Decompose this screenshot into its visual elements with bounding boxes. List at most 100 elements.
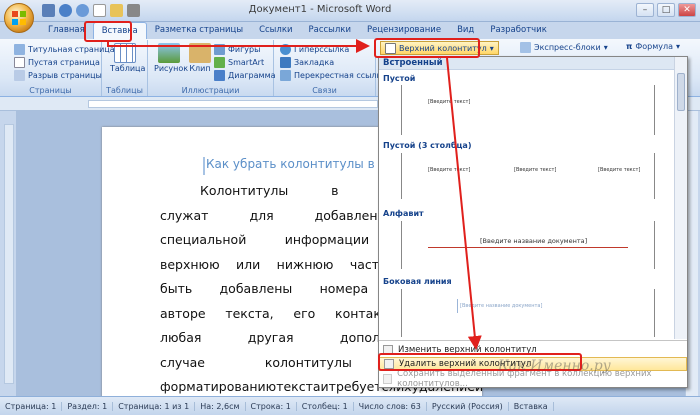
document-word: добавлены: [219, 281, 293, 296]
maximize-button[interactable]: □: [657, 3, 675, 17]
tab-page-layout[interactable]: Разметка страницы: [147, 22, 251, 40]
chevron-down-icon: ▾: [489, 43, 494, 53]
blank-page-icon: [14, 57, 25, 68]
placeholder-text: [Введите название документа]: [480, 237, 588, 245]
bookmark-button[interactable]: Закладка: [280, 57, 334, 68]
group-label-links: Связи: [312, 86, 337, 95]
status-position[interactable]: На: 2,6см: [195, 401, 246, 411]
watermark: Как-Именно.ру: [498, 358, 611, 374]
clipart-button[interactable]: Клип: [188, 43, 212, 73]
tab-references[interactable]: Ссылки: [251, 22, 300, 40]
document-word: служат: [160, 207, 209, 223]
status-page-of[interactable]: Страница: 1 из 1: [113, 401, 196, 411]
picture-icon: [158, 43, 180, 63]
divider-line: [428, 247, 628, 248]
smartart-icon: [214, 57, 225, 68]
window-title: Документ1 - Microsoft Word: [248, 4, 392, 15]
style-name-alphabet: Алфавит: [383, 209, 424, 218]
window-controls: – □ ✕: [636, 3, 696, 17]
office-button[interactable]: [4, 3, 34, 33]
style-thumb-blank-3col[interactable]: [Введите текст] [Введите текст] [Введите…: [401, 153, 655, 199]
close-button[interactable]: ✕: [678, 3, 696, 17]
document-word: текста,: [225, 305, 274, 321]
status-page[interactable]: Страница: 1: [0, 401, 63, 411]
pi-icon: π: [626, 42, 633, 51]
document-word: Колонтитулы: [200, 183, 289, 198]
style-name-sideline: Боковая линия: [383, 277, 452, 286]
table-button[interactable]: Таблица: [110, 43, 145, 73]
status-word-count[interactable]: Число слов: 63: [354, 401, 427, 411]
status-bar: Страница: 1 Раздел: 1 Страница: 1 из 1 Н…: [0, 396, 700, 415]
document-word: номера: [319, 281, 369, 296]
equation-button[interactable]: π Формула ▾: [626, 42, 680, 51]
status-insert-mode[interactable]: Вставка: [509, 401, 554, 411]
group-pages: Титульная страница Пустая страница Разры…: [0, 40, 115, 96]
document-word: в: [331, 183, 339, 198]
minimize-button[interactable]: –: [636, 3, 654, 17]
quick-parts-button[interactable]: Экспресс-блоки ▾: [520, 42, 608, 53]
group-tables: Таблица Таблицы: [102, 40, 148, 96]
gallery-scrollbar[interactable]: [674, 57, 687, 339]
page-break-button[interactable]: Разрыв страницы: [14, 70, 102, 81]
status-column[interactable]: Столбец: 1: [297, 401, 354, 411]
gallery-scroll-thumb[interactable]: [677, 73, 685, 111]
cross-reference-button[interactable]: Перекрестная ссылка: [280, 70, 386, 81]
group-label-pages: Страницы: [29, 86, 72, 95]
cross-reference-icon: [280, 70, 291, 81]
header-gallery-dropdown: Встроенный Пустой [Введите текст] Пустой…: [378, 56, 688, 388]
document-word: авторе: [160, 305, 206, 321]
document-word: другая: [247, 330, 294, 345]
document-word: для: [249, 207, 274, 223]
status-line[interactable]: Строка: 1: [246, 401, 297, 411]
chart-icon: [214, 70, 225, 81]
quick-parts-icon: [520, 42, 531, 53]
menu-separator: [379, 340, 687, 341]
document-word: случае: [160, 354, 205, 370]
vertical-ruler[interactable]: [4, 124, 14, 384]
blank-page-button[interactable]: Пустая страница: [14, 57, 100, 68]
gallery-section-builtin: Встроенный: [379, 57, 675, 70]
tab-mailings[interactable]: Рассылки: [300, 22, 358, 40]
status-language[interactable]: Русский (Россия): [427, 401, 509, 411]
document-word: любая: [160, 330, 202, 345]
page-break-icon: [14, 70, 25, 81]
placeholder-text: [Введите название документа]: [460, 303, 543, 309]
group-illustrations: Рисунок Клип Фигуры SmartArt Диаграмма И…: [148, 40, 276, 96]
status-section[interactable]: Раздел: 1: [62, 401, 114, 411]
save-selection-icon: [383, 374, 393, 384]
style-thumb-blank[interactable]: [Введите текст]: [401, 85, 655, 135]
document-word: верхнюю: [160, 256, 220, 272]
clipart-icon: [189, 43, 211, 63]
placeholder-text: [Введите текст]: [428, 99, 471, 105]
heading-marker: [203, 157, 205, 175]
document-word: специальной: [160, 232, 247, 247]
highlight-insert-tab: [84, 21, 132, 42]
placeholder-text: [Введите текст]: [598, 167, 641, 173]
tab-developer[interactable]: Разработчик: [482, 22, 555, 40]
office-logo-icon: [12, 11, 26, 25]
cover-page-button[interactable]: Титульная страница: [14, 44, 115, 55]
style-thumb-alphabet[interactable]: [Введите название документа]: [401, 221, 655, 269]
chevron-down-icon: ▾: [603, 43, 608, 52]
group-label-illustrations: Иллюстрации: [181, 86, 240, 95]
style-thumb-sideline[interactable]: [Введите название документа]: [401, 289, 655, 337]
placeholder-text: [Введите текст]: [514, 167, 557, 173]
document-heading: Как убрать колонтитулы в: [206, 157, 375, 171]
chart-button[interactable]: Диаграмма: [214, 70, 276, 81]
smartart-button[interactable]: SmartArt: [214, 57, 264, 68]
highlight-header-button: [374, 38, 480, 58]
style-name-blank-3col: Пустой (3 столбца): [383, 141, 472, 150]
shapes-button[interactable]: Фигуры: [214, 44, 260, 55]
menu-save-selection: Сохранить выделенный фрагмент в коллекци…: [379, 369, 687, 387]
title-bar: Документ1 - Microsoft Word – □ ✕: [0, 0, 700, 22]
document-word: информации: [284, 232, 370, 247]
cover-page-icon: [14, 44, 25, 55]
hyperlink-button[interactable]: Гиперссылка: [280, 44, 349, 55]
placeholder-text: [Введите текст]: [428, 167, 471, 173]
picture-button[interactable]: Рисунок: [154, 43, 188, 73]
ruler-scale: [88, 100, 378, 108]
group-label-tables: Таблицы: [106, 86, 143, 95]
bookmark-icon: [280, 57, 291, 68]
document-word: его: [293, 305, 316, 321]
chevron-down-icon: ▾: [675, 42, 680, 51]
